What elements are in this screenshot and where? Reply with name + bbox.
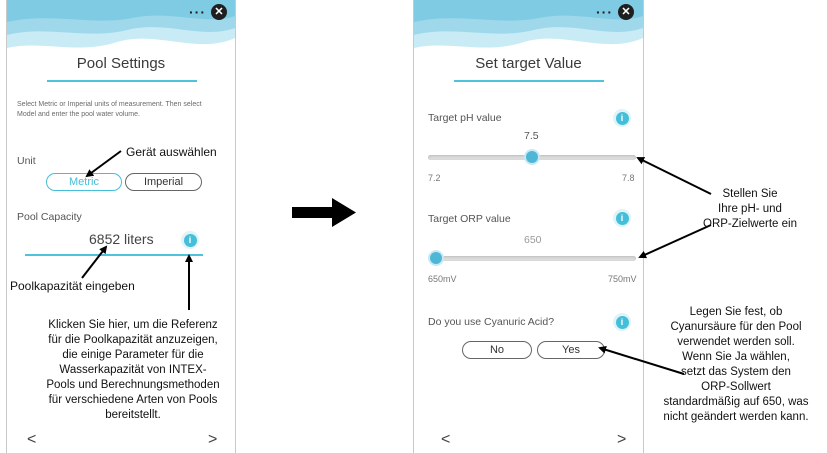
info-glyph: i — [615, 111, 629, 125]
annotation-line: Cyanursäure für den Pool — [670, 321, 802, 333]
unit-label: Unit — [17, 155, 36, 167]
transition-arrow-icon — [292, 198, 356, 227]
pool-capacity-input[interactable]: 6852 liters — [89, 231, 154, 247]
annotation-line: die einige Parameter für die — [62, 349, 204, 361]
next-arrow-icon[interactable]: > — [617, 431, 626, 449]
annotation-line: ORP-Zielwerte ein — [703, 218, 797, 230]
ph-slider-thumb[interactable] — [524, 149, 540, 165]
orp-slider-track[interactable] — [428, 256, 636, 261]
annotation-line: für die Poolkapazität anzuzeigen, — [48, 334, 218, 346]
annotation-line: Wenn Sie Ja wählen, — [682, 351, 790, 363]
more-options-icon[interactable]: ··· — [189, 5, 206, 19]
annotation-line: Stellen Sie — [722, 188, 778, 200]
annotation-line: standardmäßig auf 650, was — [663, 396, 809, 408]
yes-button[interactable]: Yes — [537, 341, 605, 359]
next-arrow-icon[interactable]: > — [208, 431, 217, 449]
annotation-line: Wasserkapazität von INTEX- — [59, 364, 207, 376]
capacity-underline — [25, 254, 203, 256]
annotation-targets: Stellen Sie Ihre pH- und ORP-Zielwerte e… — [680, 187, 820, 232]
orp-min-label: 650mV — [428, 274, 457, 284]
annotation-line: Klicken Sie hier, um die Referenz — [48, 319, 218, 331]
prev-arrow-icon[interactable]: < — [27, 431, 36, 449]
pool-capacity-label: Pool Capacity — [17, 211, 82, 223]
annotation-line: verwendet werden soll. — [677, 336, 795, 348]
annotation-enter-capacity: Poolkapazität eingeben — [10, 279, 135, 293]
ph-value: 7.5 — [524, 130, 539, 142]
annotation-line: Ihre pH- und — [718, 203, 782, 215]
cyanuric-acid-question: Do you use Cyanuric Acid? — [428, 316, 555, 328]
title-underline — [47, 80, 197, 82]
orp-slider-thumb[interactable] — [428, 250, 444, 266]
cyanuric-info-icon[interactable]: i — [613, 313, 631, 331]
ph-max-label: 7.8 — [622, 173, 635, 183]
page-title: Set target Value — [475, 55, 582, 72]
orp-value: 650 — [524, 234, 542, 246]
close-icon[interactable]: ✕ — [211, 4, 227, 20]
info-glyph: i — [615, 315, 629, 329]
annotation-select-device: Gerät auswählen — [126, 145, 217, 159]
orp-info-icon[interactable]: i — [613, 209, 631, 227]
annotation-line: Pools und Berechnungsmethoden — [46, 379, 220, 391]
info-glyph: i — [615, 211, 629, 225]
more-options-icon[interactable]: ··· — [596, 5, 613, 19]
annotation-cyanuric-acid: Legen Sie fest, ob Cyanursäure für den P… — [646, 305, 826, 425]
annotation-line: ORP-Sollwert — [701, 381, 771, 393]
instructions-text: Select Metric or Imperial units of measu… — [17, 101, 202, 118]
close-icon[interactable]: ✕ — [618, 4, 634, 20]
no-button[interactable]: No — [462, 341, 532, 359]
annotation-line: setzt das System den — [681, 366, 791, 378]
ph-min-label: 7.2 — [428, 173, 441, 183]
metric-button[interactable]: Metric — [46, 173, 122, 191]
info-glyph: i — [183, 233, 197, 247]
page-title: Pool Settings — [76, 55, 166, 72]
prev-arrow-icon[interactable]: < — [441, 431, 450, 449]
annotation-line: Legen Sie fest, ob — [689, 306, 783, 318]
set-target-value-screen: ··· ✕ Set target Value Target pH value i… — [413, 0, 644, 453]
target-ph-label: Target pH value — [428, 112, 502, 124]
ph-info-icon[interactable]: i — [613, 109, 631, 127]
capacity-info-icon[interactable]: i — [181, 231, 199, 249]
annotation-line: für verschiedene Arten von Pools — [48, 394, 218, 406]
title-underline — [454, 80, 604, 82]
annotation-reference: Klicken Sie hier, um die Referenz für di… — [20, 318, 246, 423]
target-orp-label: Target ORP value — [428, 213, 511, 225]
imperial-button[interactable]: Imperial — [125, 173, 202, 191]
orp-max-label: 750mV — [608, 274, 637, 284]
annotation-line: bereitstellt. — [105, 409, 161, 421]
annotation-line: nicht geändert werden kann. — [663, 411, 809, 423]
